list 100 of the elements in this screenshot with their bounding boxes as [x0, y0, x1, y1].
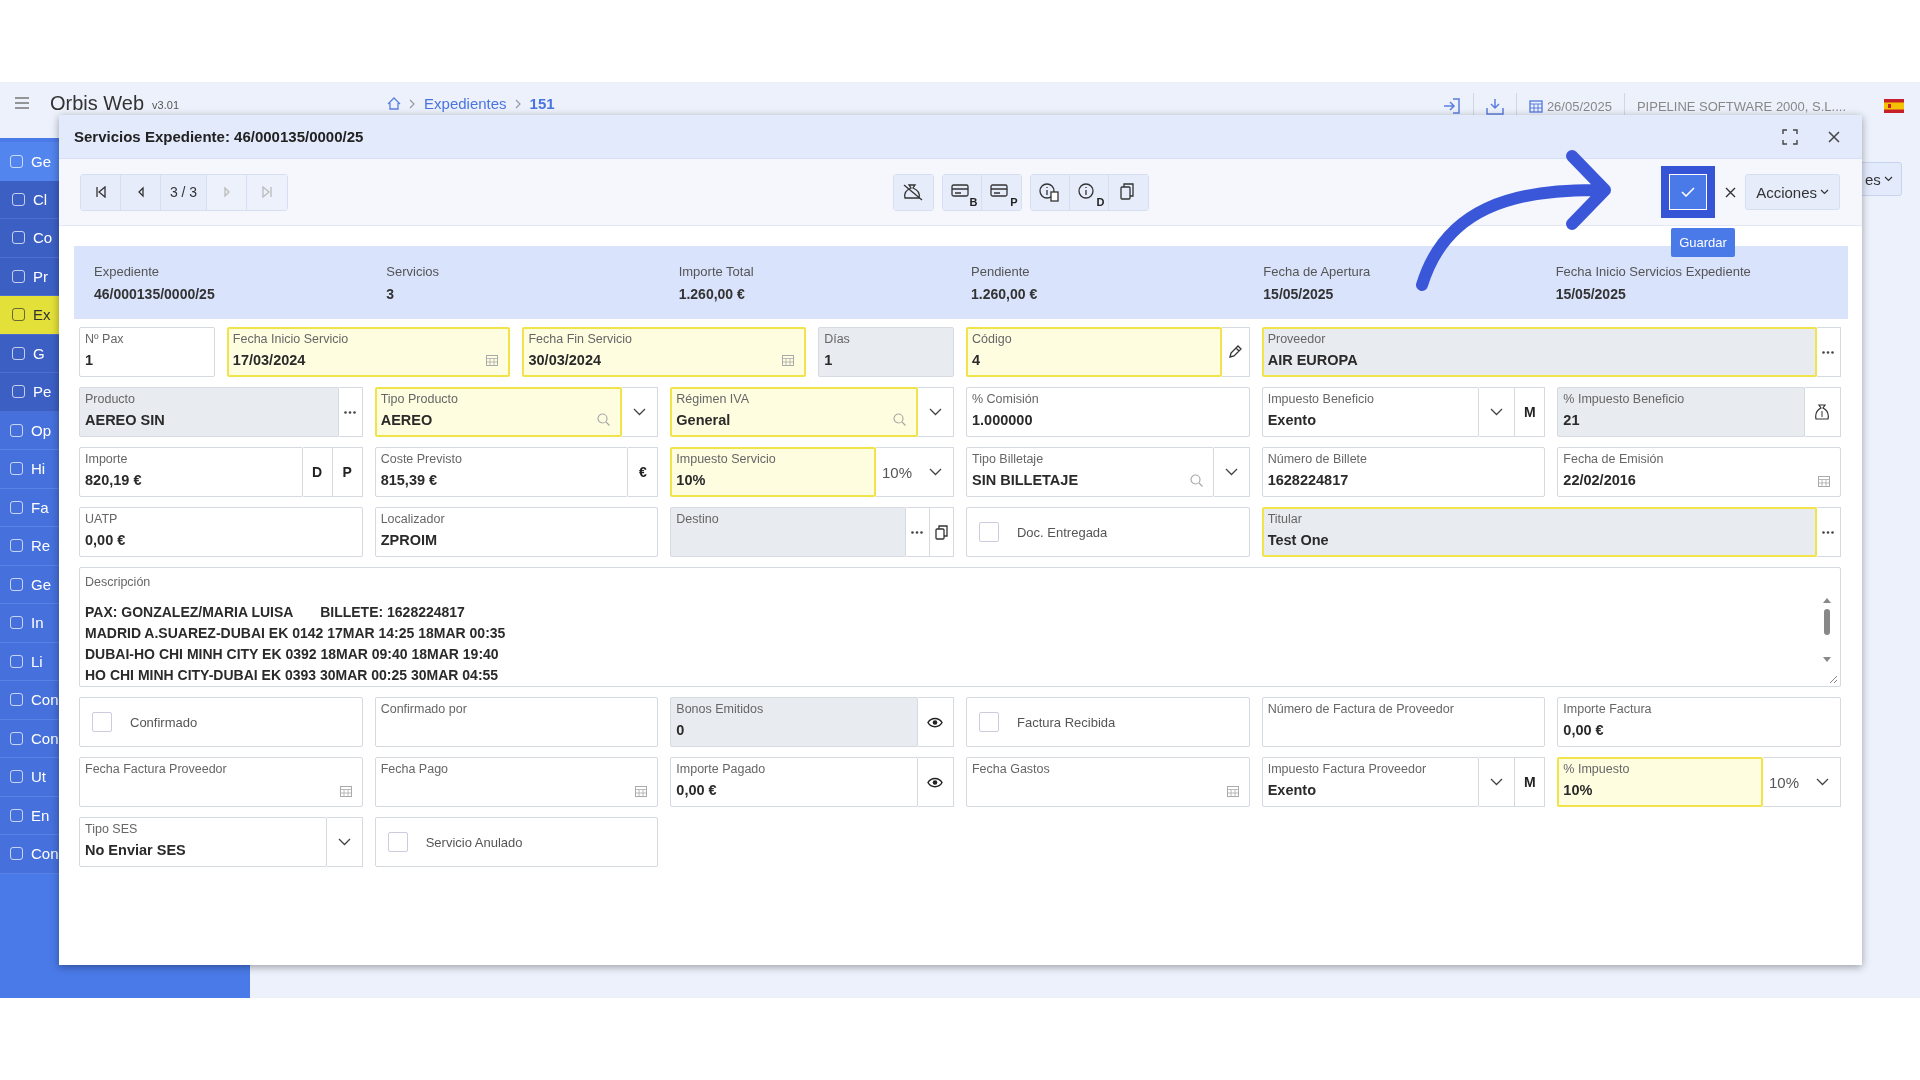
toolbar-button[interactable]: D	[1069, 174, 1109, 210]
more-icon	[1822, 350, 1835, 354]
input-field[interactable]: Tipo Billetaje SIN BILLETAJE	[966, 447, 1214, 497]
breadcrumb-link[interactable]: 151	[529, 96, 555, 111]
checkbox[interactable]	[92, 712, 112, 732]
field-label: Confirmado por	[380, 702, 467, 716]
save-button[interactable]	[1669, 174, 1708, 210]
view-button[interactable]	[918, 757, 954, 807]
login-icon[interactable]	[1442, 98, 1461, 114]
maximize-icon[interactable]	[1782, 128, 1798, 145]
input-field[interactable]: Impuesto Servicio 10%	[670, 447, 876, 497]
copy-button[interactable]	[930, 507, 954, 557]
input-field[interactable]: Coste Previsto 815,39 €	[374, 447, 629, 497]
actions-menu-button[interactable]: Acciones	[1745, 174, 1840, 210]
input-field[interactable]: Confirmado por	[374, 697, 659, 747]
letter-button[interactable]: M	[1515, 387, 1546, 437]
checkbox[interactable]	[387, 832, 408, 852]
money-bag-button[interactable]	[1805, 387, 1841, 437]
scrollbar[interactable]	[1822, 597, 1832, 663]
home-icon[interactable]	[387, 97, 402, 110]
description-field[interactable]	[79, 567, 1841, 687]
toolbar-button[interactable]: P	[981, 174, 1021, 210]
field-value: ZPROIM	[380, 532, 438, 548]
search-icon[interactable]	[1189, 474, 1203, 487]
calendar-icon[interactable]	[339, 785, 352, 797]
dropdown-button[interactable]	[1805, 757, 1841, 807]
search-icon[interactable]	[597, 413, 611, 426]
more-button[interactable]	[1817, 507, 1841, 557]
input-field[interactable]: Localizador ZPROIM	[374, 507, 659, 557]
copy-icon	[935, 524, 948, 540]
dropdown-button[interactable]	[1479, 387, 1516, 437]
input-field[interactable]: Fecha Gastos	[966, 757, 1250, 807]
calendar-icon[interactable]	[486, 354, 499, 366]
search-icon[interactable]	[893, 413, 906, 426]
summary-label: Importe Total	[678, 263, 755, 279]
toolbar-button[interactable]	[1108, 174, 1148, 210]
letter-button[interactable]: €	[628, 447, 659, 497]
input-field[interactable]: UATP 0,00 €	[79, 507, 363, 557]
dropdown-button[interactable]	[1213, 447, 1250, 497]
input-field[interactable]: % Comisión 1.000000	[966, 387, 1250, 437]
card-icon-letter: P	[1010, 195, 1018, 208]
field-label: Impuesto Servicio	[676, 452, 776, 466]
previous-button[interactable]	[121, 174, 161, 210]
field-label: % Comisión	[972, 392, 1039, 406]
more-button[interactable]	[338, 387, 363, 437]
menu-icon[interactable]	[14, 96, 30, 110]
dropdown-button[interactable]	[918, 447, 954, 497]
letter-button[interactable]: D	[302, 447, 333, 497]
input-field[interactable]: Proveedor AIR EUROPA	[1261, 327, 1817, 377]
input-field[interactable]: Fecha Fin Servicio 30/03/2024	[522, 327, 807, 377]
edit-button[interactable]	[1221, 327, 1250, 377]
toolbar-button[interactable]	[1030, 174, 1070, 210]
input-field[interactable]: Fecha Pago	[374, 757, 659, 807]
view-button[interactable]	[918, 697, 954, 747]
input-field[interactable]: Impuesto Factura Proveedor Exento	[1261, 757, 1480, 807]
letter-button[interactable]: P	[332, 447, 363, 497]
input-field[interactable]: Régimen IVA General	[670, 387, 918, 437]
input-field[interactable]: Titular Test One	[1261, 507, 1817, 557]
input-field[interactable]: Importe 820,19 €	[79, 447, 303, 497]
dropdown-button[interactable]	[918, 387, 954, 437]
download-icon[interactable]	[1485, 97, 1504, 115]
toolbar-button[interactable]: B	[942, 174, 982, 210]
calendar-icon[interactable]	[1818, 475, 1830, 487]
field-label: Fecha Pago	[380, 762, 449, 776]
input-field[interactable]: Bonos Emitidos 0	[670, 697, 918, 747]
input-field[interactable]: Código 4	[966, 327, 1222, 377]
input-field[interactable]: Días 1	[818, 327, 954, 377]
input-field[interactable]: Impuesto Beneficio Exento	[1261, 387, 1480, 437]
input-field[interactable]: Nº Pax 1	[79, 327, 215, 377]
more-button[interactable]	[1817, 327, 1841, 377]
input-field[interactable]: Fecha Factura Proveedor	[79, 757, 363, 807]
input-field[interactable]: Fecha Inicio Servicio 17/03/2024	[226, 327, 511, 377]
input-field[interactable]: Importe Factura 0,00 €	[1557, 697, 1841, 747]
checkbox[interactable]	[979, 522, 999, 542]
breadcrumb-link[interactable]: Expedientes	[424, 96, 507, 111]
input-field[interactable]: Tipo SES No Enviar SES	[79, 817, 327, 867]
input-field[interactable]: Tipo Producto AEREO	[374, 387, 623, 437]
input-field[interactable]: Destino	[670, 507, 906, 557]
field-value: 0,00 €	[85, 532, 126, 548]
dropdown-button[interactable]	[622, 387, 659, 437]
close-icon[interactable]	[1828, 130, 1840, 143]
calendar-icon[interactable]	[782, 354, 795, 366]
dropdown-button[interactable]	[326, 817, 363, 867]
input-field[interactable]: % Impuesto 10%	[1557, 757, 1763, 807]
input-field[interactable]: Fecha de Emisión 22/02/2016	[1557, 447, 1841, 497]
letter-button[interactable]: M	[1515, 757, 1546, 807]
input-field[interactable]: % Impuesto Beneficio 21	[1557, 387, 1805, 437]
input-field[interactable]: Producto AEREO SIN	[79, 387, 339, 437]
flag-icon[interactable]	[1884, 99, 1904, 113]
checkbox[interactable]	[979, 712, 999, 732]
dropdown-button[interactable]	[1479, 757, 1516, 807]
input-field[interactable]: Importe Pagado 0,00 €	[670, 757, 918, 807]
resize-handle-icon[interactable]	[1829, 675, 1838, 684]
calendar-icon[interactable]	[635, 785, 648, 797]
input-field[interactable]: Número de Billete 1628224817	[1261, 447, 1546, 497]
field-value: 10%	[1563, 782, 1593, 798]
calendar-icon[interactable]	[1226, 785, 1239, 797]
first-page-button[interactable]	[81, 174, 121, 210]
input-field[interactable]: Número de Factura de Proveedor	[1261, 697, 1546, 747]
toolbar-button[interactable]	[893, 174, 933, 210]
